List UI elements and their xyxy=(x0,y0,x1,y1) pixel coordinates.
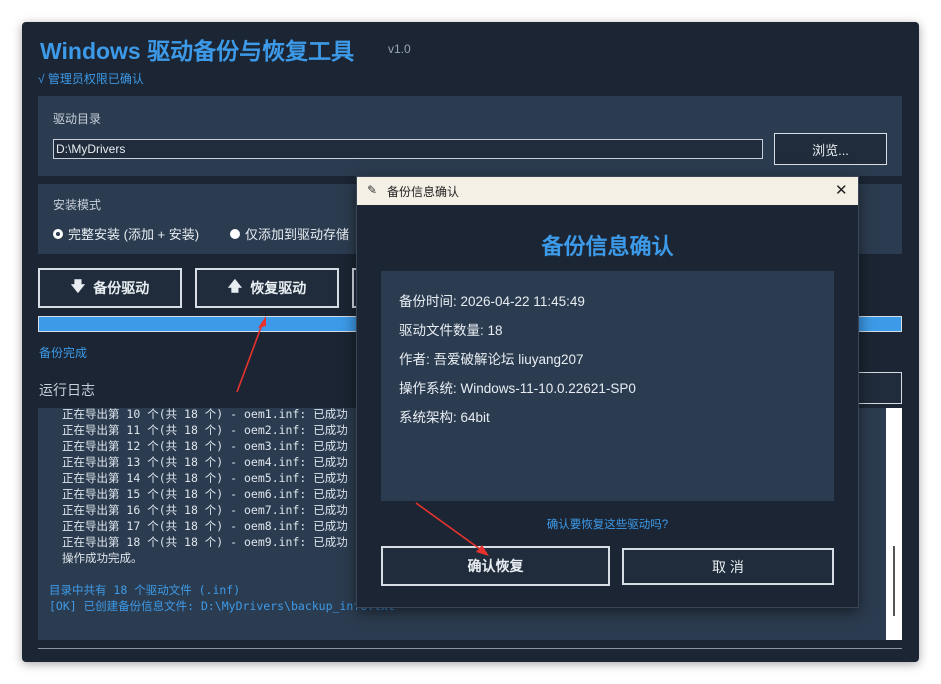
backup-button[interactable]: 🡇 备份驱动 xyxy=(38,268,182,308)
radio-selected-icon xyxy=(53,228,63,239)
log-line: 正在导出第 11 个(共 18 个) - oem2.inf: 已成功 xyxy=(62,423,348,437)
log-line: 操作成功完成。 xyxy=(62,551,143,565)
confirm-question: 确认要恢复这些驱动吗? xyxy=(546,519,669,531)
app-title: Windows 驱动备份与恢复工具 xyxy=(40,38,355,64)
restore-button[interactable]: 🡅 恢复驱动 xyxy=(195,268,339,308)
log-line: 正在导出第 16 个(共 18 个) - oem7.inf: 已成功 xyxy=(62,503,348,517)
info-driver-count: 驱动文件数量: 18 xyxy=(399,323,503,338)
app-version: v1.0 xyxy=(388,42,411,56)
log-line: 正在导出第 17 个(共 18 个) - oem8.inf: 已成功 xyxy=(62,519,348,533)
log-label: 运行日志 xyxy=(39,382,95,398)
bottom-divider xyxy=(38,648,902,649)
log-line: 正在导出第 13 个(共 18 个) - oem4.inf: 已成功 xyxy=(62,455,348,469)
radio-full-install[interactable]: 完整安装 (添加 + 安装) xyxy=(53,224,199,243)
log-line: 正在导出第 15 个(共 18 个) - oem6.inf: 已成功 xyxy=(62,487,348,501)
browse-button[interactable]: 浏览... xyxy=(774,133,887,165)
confirm-dialog: ✎ 备份信息确认 ✕ 备份信息确认 备份时间: 2026-04-22 11:45… xyxy=(356,176,859,608)
install-mode-label: 安装模式 xyxy=(53,198,102,212)
arrow-up-icon: 🡅 xyxy=(227,278,243,294)
confirm-restore-button[interactable]: 确认恢复 xyxy=(381,546,610,586)
dialog-heading: 备份信息确认 xyxy=(541,234,674,259)
log-scrollbar-thumb[interactable] xyxy=(893,546,895,616)
radio-unselected-icon xyxy=(230,228,240,239)
driver-dir-label: 驱动目录 xyxy=(53,112,102,126)
dialog-window-title: 备份信息确认 xyxy=(387,185,460,199)
info-author: 作者: 吾爱破解论坛 liuyang207 xyxy=(399,352,584,367)
driver-dir-panel: 驱动目录 D:\MyDrivers 浏览... xyxy=(38,96,902,176)
backup-button-label: 备份驱动 xyxy=(93,280,150,296)
admin-status: √ 管理员权限已确认 xyxy=(38,72,144,86)
log-summary-line: 目录中共有 18 个驱动文件 (.inf) xyxy=(49,583,241,597)
driver-dir-input[interactable]: D:\MyDrivers xyxy=(53,139,763,159)
radio-add-only[interactable]: 仅添加到驱动存储 xyxy=(230,224,349,243)
backup-info-panel: 备份时间: 2026-04-22 11:45:49 驱动文件数量: 18 作者:… xyxy=(381,271,834,501)
feather-icon: ✎ xyxy=(367,183,378,197)
close-icon[interactable]: ✕ xyxy=(835,181,848,199)
restore-button-label: 恢复驱动 xyxy=(250,280,307,296)
log-line: 正在导出第 14 个(共 18 个) - oem5.inf: 已成功 xyxy=(62,471,348,485)
info-backup-time: 备份时间: 2026-04-22 11:45:49 xyxy=(399,294,585,309)
log-scrollbar[interactable] xyxy=(886,408,902,640)
radio-full-install-label: 完整安装 (添加 + 安装) xyxy=(68,227,200,242)
progress-status: 备份完成 xyxy=(39,346,88,360)
info-os: 操作系统: Windows-11-10.0.22621-SP0 xyxy=(399,381,636,396)
cancel-button[interactable]: 取 消 xyxy=(622,548,834,585)
log-line: 正在导出第 18 个(共 18 个) - oem9.inf: 已成功 xyxy=(62,535,348,549)
radio-add-only-label: 仅添加到驱动存储 xyxy=(245,227,350,242)
dialog-titlebar[interactable]: ✎ 备份信息确认 ✕ xyxy=(357,177,858,205)
log-line: 正在导出第 12 个(共 18 个) - oem3.inf: 已成功 xyxy=(62,439,348,453)
log-line: 正在导出第 10 个(共 18 个) - oem1.inf: 已成功 xyxy=(62,408,348,421)
log-summary-line: [OK] 已创建备份信息文件: D:\MyDrivers\backup_info… xyxy=(49,599,395,613)
arrow-down-icon: 🡇 xyxy=(70,278,86,294)
info-arch: 系统架构: 64bit xyxy=(399,410,490,425)
